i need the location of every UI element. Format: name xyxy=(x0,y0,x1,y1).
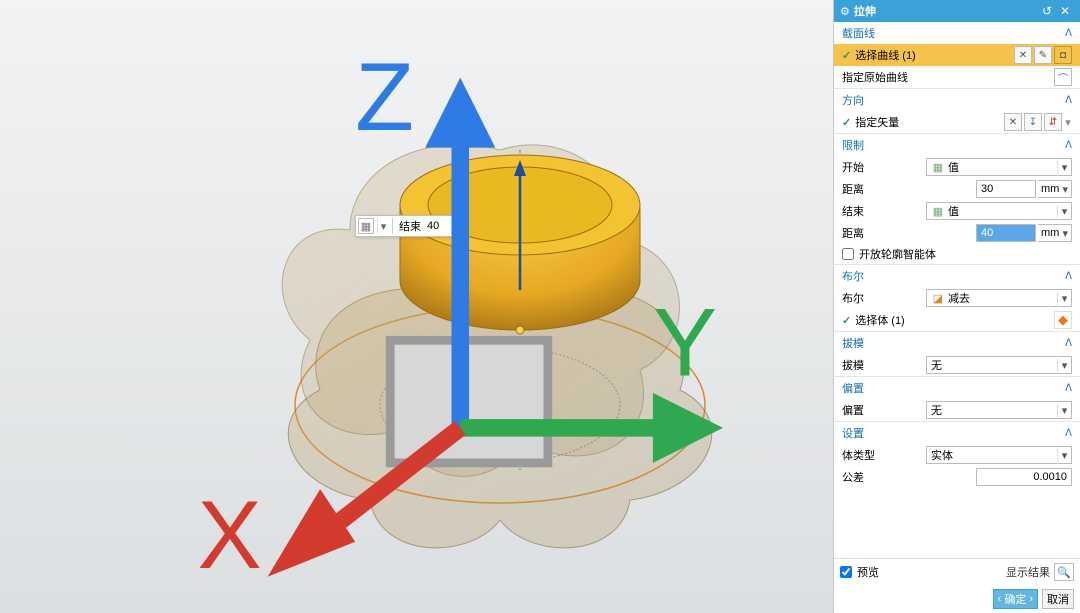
show-result-label: 显示结果 xyxy=(1006,564,1050,580)
sketch-icon[interactable]: ✎ xyxy=(1034,46,1052,64)
vector-picker-icon[interactable]: ↧ xyxy=(1024,113,1042,131)
curve-picker-icon[interactable]: ◘ xyxy=(1054,46,1072,64)
end-distance-input[interactable]: 40 xyxy=(976,224,1036,242)
section-header-settings[interactable]: 设置 ᐱ xyxy=(834,421,1080,444)
subtract-icon: ◪ xyxy=(931,292,945,305)
end-unit-dropdown[interactable]: mm▾ xyxy=(1038,224,1072,242)
section-header-curve[interactable]: 截面线 ᐱ xyxy=(834,22,1080,44)
open-profile-checkbox[interactable]: 开放轮廓智能体 xyxy=(834,244,1080,264)
tolerance-input[interactable]: 0.0010 xyxy=(976,468,1072,486)
viewport-3d[interactable]: ▦ ▾ 结束 40 ▾ Z Y X xyxy=(0,0,833,613)
section-header-offset[interactable]: 偏置 ᐱ xyxy=(834,376,1080,399)
svg-text:Z: Z xyxy=(355,44,414,151)
cancel-button[interactable]: 取消 xyxy=(1042,589,1074,609)
value-icon: ▦ xyxy=(931,205,945,218)
start-type-row: 开始 ▦ 值 ▾ xyxy=(834,156,1080,178)
select-body-row[interactable]: ✓ 选择体 (1) ◆ xyxy=(834,309,1080,331)
panel-header[interactable]: ⚙ 拉伸 ↺ ✕ xyxy=(834,0,1080,22)
select-curve-row[interactable]: ✓ 选择曲线 (1) ✕ ✎ ◘ xyxy=(834,44,1080,66)
panel-title: 拉伸 xyxy=(854,3,1038,19)
section-header-limits[interactable]: 限制 ᐱ xyxy=(834,133,1080,156)
body-picker-icon[interactable]: ◆ xyxy=(1054,311,1072,329)
start-distance-input[interactable]: 30 xyxy=(976,180,1036,198)
chevron-up-icon: ᐱ xyxy=(1065,383,1072,394)
chevron-down-icon: ▾ xyxy=(1057,404,1071,417)
chevron-down-icon: ▾ xyxy=(1057,292,1071,305)
end-type-row: 结束 ▦ 值 ▾ xyxy=(834,200,1080,222)
reverse-vector-icon[interactable]: ⇵ xyxy=(1044,113,1062,131)
chevron-up-icon: ᐱ xyxy=(1065,95,1072,106)
chevron-down-icon: ▾ xyxy=(1057,359,1071,372)
clear-vector-icon[interactable]: ✕ xyxy=(1004,113,1022,131)
show-result-button[interactable]: 🔍 xyxy=(1054,563,1074,581)
boolean-type-row: 布尔 ◪ 减去 ▾ xyxy=(834,287,1080,309)
offset-dropdown[interactable]: 无 ▾ xyxy=(926,401,1072,419)
section-header-direction[interactable]: 方向 ᐱ xyxy=(834,88,1080,111)
chevron-up-icon: ᐱ xyxy=(1065,338,1072,349)
svg-text:Y: Y xyxy=(653,289,717,396)
chevron-down-icon: ▾ xyxy=(1057,449,1071,462)
vector-row[interactable]: ✓ 指定矢量 ✕ ↧ ⇵ ▾ xyxy=(834,111,1080,133)
start-type-dropdown[interactable]: ▦ 值 ▾ xyxy=(926,158,1072,176)
body-type-row: 体类型 实体 ▾ xyxy=(834,444,1080,466)
chevron-down-icon: ▾ xyxy=(1057,205,1071,218)
chevron-up-icon: ᐱ xyxy=(1065,28,1072,39)
chevron-down-icon[interactable]: ▾ xyxy=(1064,116,1072,129)
ok-button[interactable]: 确定 xyxy=(993,589,1038,609)
axis-triad[interactable]: Z Y X xyxy=(35,0,868,603)
panel-actions: 确定 取消 xyxy=(834,585,1080,613)
boolean-dropdown[interactable]: ◪ 减去 ▾ xyxy=(926,289,1072,307)
svg-text:X: X xyxy=(198,482,262,589)
clear-selection-icon[interactable]: ✕ xyxy=(1014,46,1032,64)
body-type-dropdown[interactable]: 实体 ▾ xyxy=(926,446,1072,464)
offset-row: 偏置 无 ▾ xyxy=(834,399,1080,421)
close-icon[interactable]: ✕ xyxy=(1056,4,1074,18)
end-type-dropdown[interactable]: ▦ 值 ▾ xyxy=(926,202,1072,220)
end-distance-row: 距离 40 mm▾ xyxy=(834,222,1080,244)
section-header-draft[interactable]: 拔模 ᐱ xyxy=(834,331,1080,354)
start-unit-dropdown[interactable]: mm▾ xyxy=(1038,180,1072,198)
tolerance-row: 公差 0.0010 xyxy=(834,466,1080,488)
chevron-up-icon: ᐱ xyxy=(1065,140,1072,151)
extrude-panel: ⚙ 拉伸 ↺ ✕ 截面线 ᐱ ✓ 选择曲线 (1) ✕ ✎ ◘ 指定原始曲线 xyxy=(833,0,1080,613)
orig-curve-icon[interactable]: ⌒ xyxy=(1054,68,1072,86)
panel-footer: 预览 显示结果 🔍 xyxy=(834,558,1080,585)
orig-curve-row[interactable]: 指定原始曲线 ⌒ xyxy=(834,66,1080,88)
chevron-up-icon: ᐱ xyxy=(1065,428,1072,439)
value-icon: ▦ xyxy=(931,161,945,174)
chevron-down-icon: ▾ xyxy=(1057,161,1071,174)
draft-dropdown[interactable]: 无 ▾ xyxy=(926,356,1072,374)
chevron-up-icon: ᐱ xyxy=(1065,271,1072,282)
reset-icon[interactable]: ↺ xyxy=(1038,4,1056,18)
section-header-boolean[interactable]: 布尔 ᐱ xyxy=(834,264,1080,287)
draft-row: 拔模 无 ▾ xyxy=(834,354,1080,376)
start-distance-row: 距离 30 mm▾ xyxy=(834,178,1080,200)
